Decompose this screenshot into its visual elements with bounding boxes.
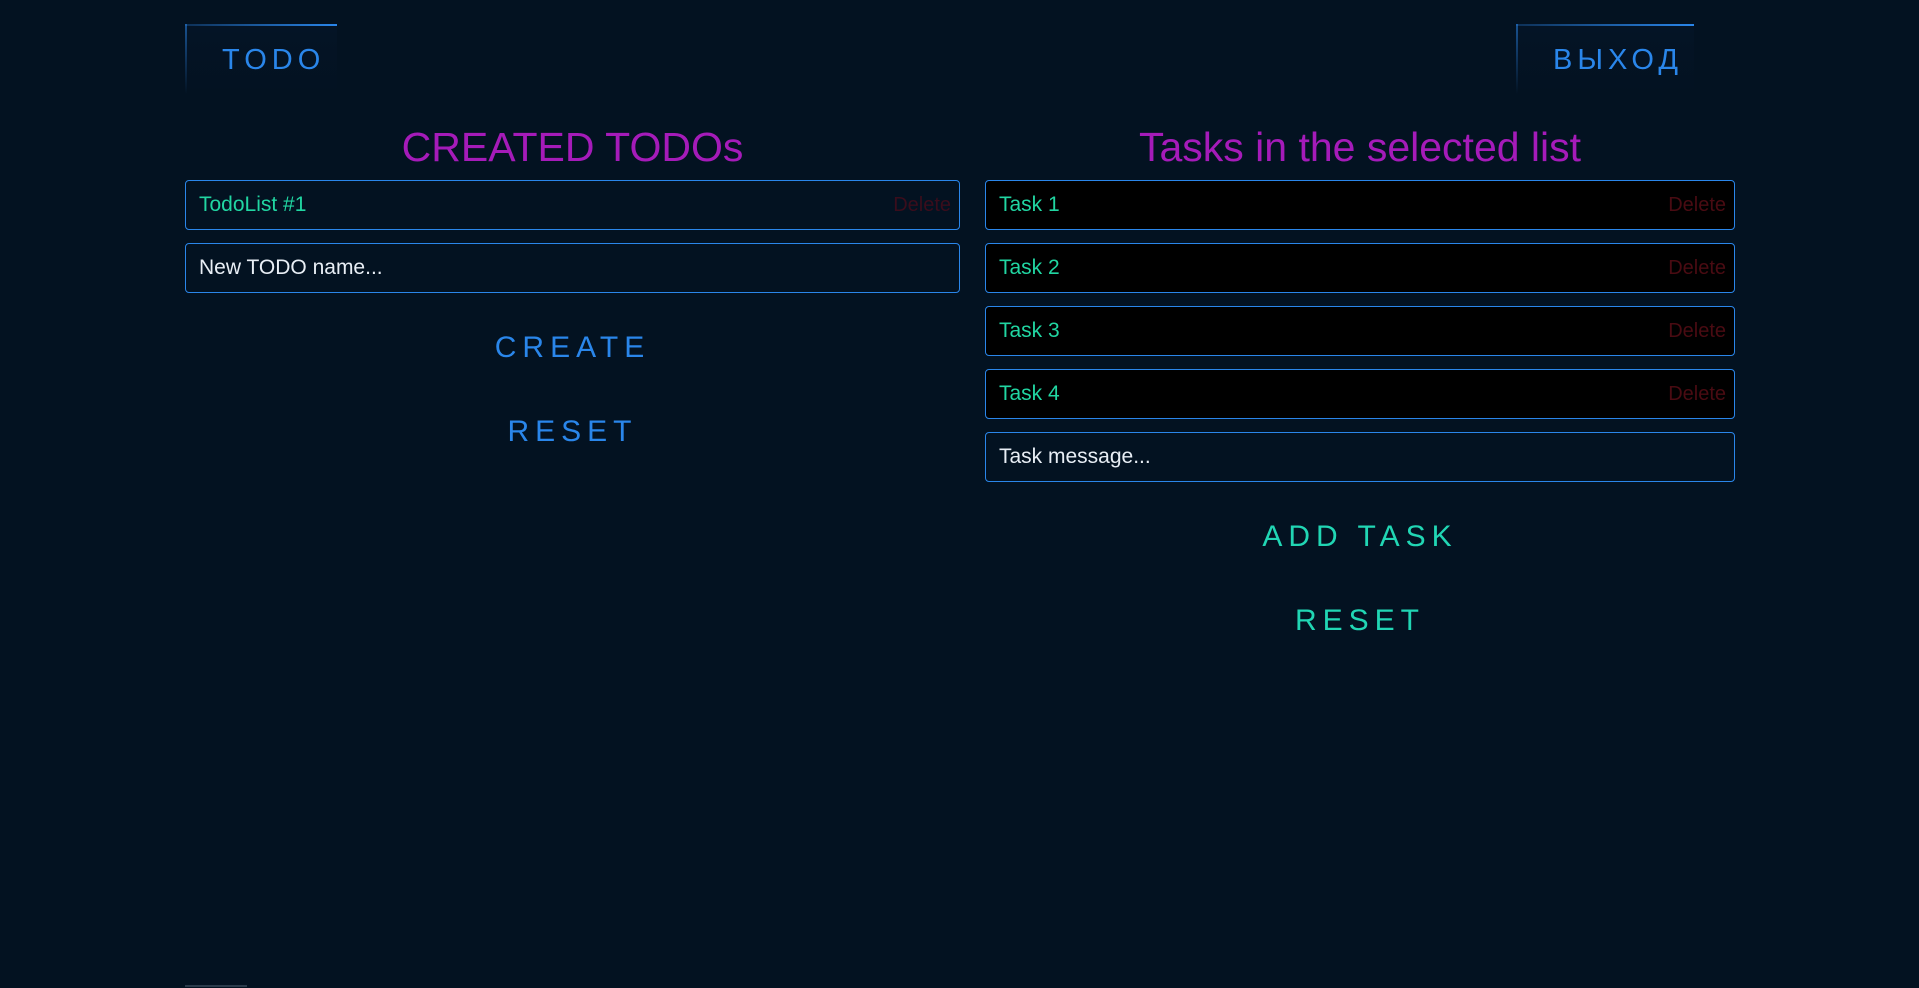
task-delete-button[interactable]: Delete [1668,194,1726,217]
add-task-button[interactable]: ADD TASK [985,495,1735,579]
task-delete-button[interactable]: Delete [1668,383,1726,406]
logout-button[interactable]: ВЫХОД [1516,24,1694,94]
tasks-title: Tasks in the selected list [1138,124,1582,170]
task-message-input[interactable] [985,432,1735,482]
todo-list-item-label: TodoList #1 [199,193,307,216]
task-item[interactable]: Task 4 Delete [985,369,1735,419]
task-item[interactable]: Task 3 Delete [985,306,1735,356]
task-item-label: Task 4 [999,382,1060,405]
logout-label: ВЫХОД [1553,44,1683,76]
nav-todo-button[interactable]: TODO [185,24,337,94]
task-delete-button[interactable]: Delete [1668,320,1726,343]
reset-todo-button[interactable]: RESET [185,390,960,474]
todo-app: TODO ВЫХОД CREATED TODOs TodoList #1 Del… [0,0,1919,988]
todo-list-item[interactable]: TodoList #1 Delete [185,180,960,230]
nav-todo-label: TODO [222,44,326,76]
new-todo-name-input[interactable] [185,243,960,293]
task-item[interactable]: Task 1 Delete [985,180,1735,230]
tasks-panel: Tasks in the selected list Task 1 Delete… [985,118,1735,663]
todo-lists-panel: CREATED TODOs TodoList #1 Delete CREATE … [185,118,960,474]
bottom-divider [185,985,247,987]
reset-tasks-button[interactable]: RESET [985,579,1735,663]
todo-list-delete-button[interactable]: Delete [893,194,951,217]
task-item-label: Task 3 [999,319,1060,342]
task-item-label: Task 1 [999,193,1060,216]
task-item-label: Task 2 [999,256,1060,279]
todo-lists-title: CREATED TODOs [401,124,744,170]
task-delete-button[interactable]: Delete [1668,257,1726,280]
task-item[interactable]: Task 2 Delete [985,243,1735,293]
create-todo-button[interactable]: CREATE [185,306,960,390]
